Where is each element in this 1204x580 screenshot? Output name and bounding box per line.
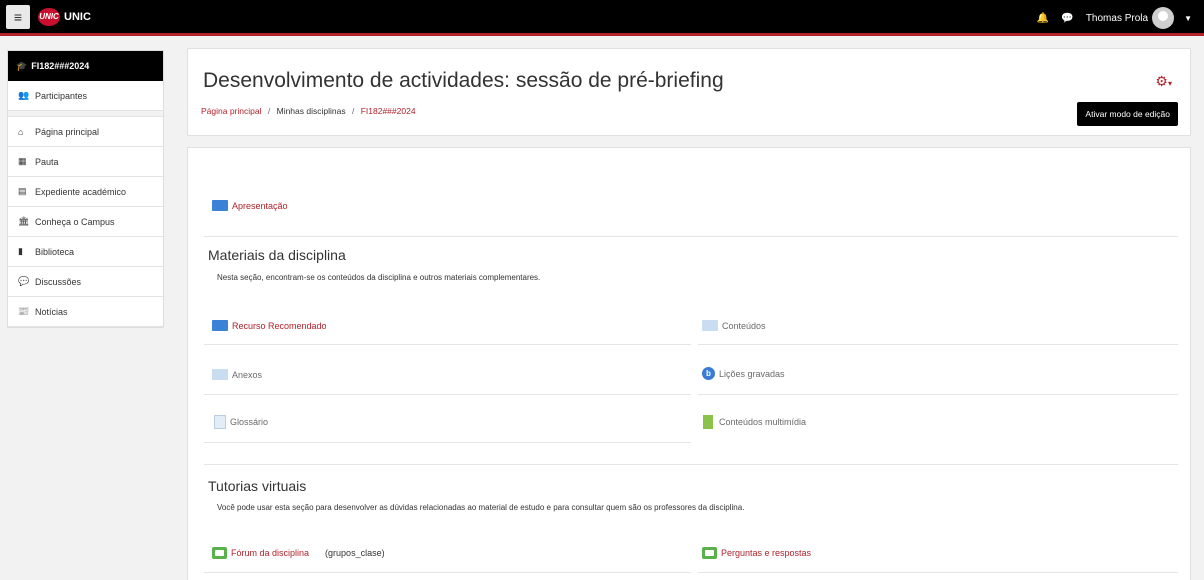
sidebar-item-expediente[interactable]: ▤ Expediente académico <box>8 177 163 207</box>
chat-icon[interactable]: 💬 <box>1061 13 1073 24</box>
edit-mode-button[interactable]: Ativar modo de edição <box>1077 102 1178 126</box>
folder-icon <box>702 320 718 331</box>
course-sidebar: 🎓 FI182###2024 👥 Participantes ⌂ Página … <box>7 50 164 328</box>
row-divider <box>698 344 1178 345</box>
sidebar-course-label: FI182###2024 <box>31 61 90 71</box>
sidebar-item-pauta[interactable]: ▦ Pauta <box>8 147 163 177</box>
activity-label: Glossário <box>230 417 269 427</box>
site-brand[interactable]: UNIC UNIC <box>38 7 91 26</box>
section-divider <box>204 464 1178 465</box>
b-circle-icon: b <box>702 367 715 380</box>
activity-anexos[interactable]: Anexos <box>212 369 262 380</box>
row-divider <box>698 394 1178 395</box>
breadcrumb-courses: Minhas disciplinas <box>276 106 346 116</box>
activity-glossario[interactable]: Glossário <box>214 415 268 429</box>
breadcrumb-separator: / <box>267 106 271 116</box>
sidebar-item-label: Conheça o Campus <box>35 216 115 227</box>
brand-name: UNIC <box>64 10 91 23</box>
breadcrumb-separator: / <box>351 106 355 116</box>
activity-perguntas-respostas[interactable]: Perguntas e respostas <box>702 547 811 559</box>
activity-label: Fórum da disciplina <box>231 548 310 558</box>
activity-label: Recurso Recomendado <box>232 320 327 331</box>
activity-conteudos-multimidia[interactable]: Conteúdos multimídia <box>703 415 806 429</box>
sidebar-item-label: Notícias <box>35 306 68 317</box>
sidebar-item-participantes[interactable]: 👥 Participantes <box>8 81 163 111</box>
sidebar-item-label: Página principal <box>35 126 100 137</box>
grid-icon: ▦ <box>18 156 27 166</box>
activity-recurso-recomendado[interactable]: Recurso Recomendado <box>212 320 327 331</box>
activity-apresentacao[interactable]: Apresentação <box>212 200 288 211</box>
section-divider <box>204 236 1178 237</box>
activity-licoes-gravadas[interactable]: b Lições gravadas <box>702 367 785 380</box>
folder-icon <box>212 369 228 380</box>
section-title-tutorias: Tutorias virtuais <box>208 478 307 494</box>
chevron-down-icon: ▾ <box>1167 79 1172 88</box>
book-icon: ▮ <box>18 246 23 256</box>
sidebar-item-course[interactable]: 🎓 FI182###2024 <box>8 51 163 81</box>
row-divider <box>204 572 691 573</box>
user-name[interactable]: Thomas Prola <box>1086 13 1148 24</box>
activity-label: Conteúdos <box>722 320 766 331</box>
newspaper-icon: 📰 <box>18 306 30 316</box>
group-mode-label: (grupos_clase) <box>325 548 385 558</box>
sidebar-item-biblioteca[interactable]: ▮ Biblioteca <box>8 237 163 267</box>
sidebar-item-label: Expediente académico <box>35 186 127 197</box>
row-divider <box>204 344 691 345</box>
page-header: Desenvolvimento de actividades: sessão d… <box>187 48 1191 136</box>
comments-icon: 💬 <box>18 276 30 286</box>
glossary-icon <box>214 415 226 429</box>
home-icon: ⌂ <box>18 126 24 137</box>
activity-label: Apresentação <box>232 200 288 211</box>
activity-label: Lições gravadas <box>719 368 785 379</box>
sidebar-item-noticias[interactable]: 📰 Notícias <box>8 297 163 327</box>
menu-toggle-icon[interactable]: ≡ <box>6 4 30 29</box>
row-divider <box>204 442 691 443</box>
sidebar-item-pagina-principal[interactable]: ⌂ Página principal <box>8 117 163 147</box>
multimedia-book-icon <box>703 415 713 429</box>
sidebar-item-label: Pauta <box>35 156 59 167</box>
forum-icon <box>212 547 227 559</box>
avatar[interactable] <box>1152 7 1175 29</box>
top-navbar: ≡ UNIC UNIC 🔔 💬 Thomas Prola ▼ <box>0 0 1204 36</box>
section-title-materiais: Materiais da disciplina <box>208 247 346 263</box>
course-content: Apresentação Materiais da disciplina Nes… <box>187 147 1191 580</box>
activity-conteudos[interactable]: Conteúdos <box>702 320 766 331</box>
activity-label: Anexos <box>232 369 263 380</box>
sidebar-item-label: Biblioteca <box>35 246 75 257</box>
sidebar-item-label: Participantes <box>35 90 88 101</box>
bell-icon[interactable]: 🔔 <box>1037 13 1049 24</box>
sidebar-item-campus[interactable]: 🏛 Conheça o Campus <box>8 207 163 237</box>
page-title: Desenvolvimento de actividades: sessão d… <box>203 69 724 92</box>
sidebar-item-discussoes[interactable]: 💬 Discussões <box>8 267 163 297</box>
breadcrumb-course-link[interactable]: FI182###2024 <box>361 106 416 116</box>
breadcrumb: Página principal / Minhas disciplinas / … <box>201 106 416 116</box>
section-description: Nesta seção, encontram-se os conteúdos d… <box>217 273 541 282</box>
folder-icon <box>212 320 228 331</box>
graduation-cap-icon: 🎓 <box>16 60 28 71</box>
section-description: Você pode usar esta seção para desenvolv… <box>217 503 745 512</box>
unic-logo: UNIC <box>38 7 60 26</box>
users-icon: 👥 <box>18 90 30 100</box>
row-divider <box>698 572 1178 573</box>
forum-icon <box>702 547 717 559</box>
gear-icon[interactable]: ⚙▾ <box>1155 73 1172 90</box>
activity-forum-disciplina[interactable]: Fórum da disciplina (grupos_clase) <box>212 547 385 559</box>
activity-label: Conteúdos multimídia <box>719 417 807 427</box>
row-divider <box>204 394 691 395</box>
activity-label: Perguntas e respostas <box>721 548 812 558</box>
chevron-down-icon[interactable]: ▼ <box>1184 14 1192 23</box>
sidebar-item-label: Discussões <box>35 276 82 287</box>
bank-icon: 🏛 <box>18 216 30 226</box>
folder-icon <box>212 200 228 211</box>
id-card-icon: ▤ <box>18 186 27 196</box>
breadcrumb-home-link[interactable]: Página principal <box>201 106 261 116</box>
